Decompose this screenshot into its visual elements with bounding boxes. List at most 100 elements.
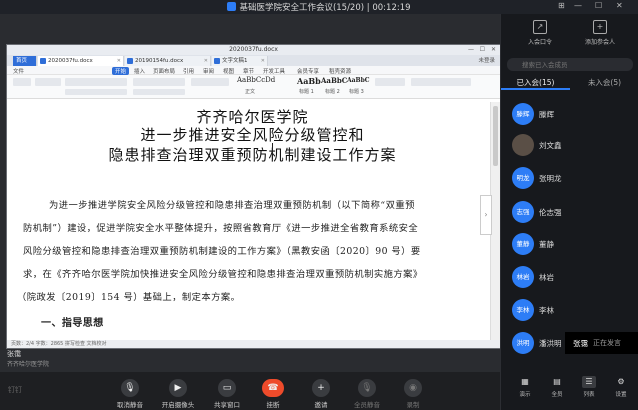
presentation-view-button[interactable]: ▦ 演示 xyxy=(513,376,537,398)
doc-maximize-icon[interactable]: ☐ xyxy=(480,45,485,55)
close-icon[interactable]: ✕ xyxy=(616,1,623,10)
doc-paragraph-line-1: 为进一步推进学院安全风险分级管控和隐患排查治理双重预防机制（以下简称“双重预 xyxy=(49,200,415,211)
mute-all-label: 全员静音 xyxy=(354,401,380,409)
meeting-code-button[interactable]: ↗ 入会口令 xyxy=(520,20,560,46)
shared-document-window: 2020037fu.docx — ☐ ✕ 首页 2020037fu.docx ✕ … xyxy=(6,44,501,349)
doc-file-icon xyxy=(127,58,133,64)
menu-docer[interactable]: 稻壳资源 xyxy=(329,67,351,75)
member-item[interactable]: 明龙 张明龙 xyxy=(501,166,638,194)
doc-tab-2[interactable]: 20190154fu.docx ✕ xyxy=(125,56,211,66)
avatar: 林岩 xyxy=(512,266,534,288)
document-page[interactable]: 齐齐哈尔医学院 进一步推进安全风险分级管控和 隐患排查治理双重预防机制建设工作方… xyxy=(13,102,492,342)
font-format-tools[interactable] xyxy=(65,89,127,95)
member-item[interactable]: 刘文鑫 xyxy=(501,133,638,161)
home-tab[interactable]: 首页 xyxy=(13,56,37,66)
member-item[interactable]: 董静 董静 xyxy=(501,232,638,260)
hang-up-label: 挂断 xyxy=(266,401,280,409)
text-tools[interactable] xyxy=(375,78,405,86)
app-logo: 钉钉 xyxy=(8,386,22,394)
member-item[interactable]: 李林 李林 xyxy=(501,298,638,326)
settings-button[interactable]: ⚙ 设置 xyxy=(609,376,633,398)
doc-tab-1[interactable]: 2020037fu.docx ✕ xyxy=(38,56,124,66)
menu-start[interactable]: 开始 xyxy=(112,67,130,75)
menu-page-layout[interactable]: 页面布局 xyxy=(153,67,175,75)
record-button[interactable]: ◉ 录制 xyxy=(390,375,436,409)
record-label: 录制 xyxy=(406,401,420,409)
camera-button[interactable]: ▶ 开启摄像头 xyxy=(155,375,201,409)
doc-paragraph-line-4: 求，在《齐齐哈尔医学院加快推进安全风险分级管控和隐患排查治理双重预防机制实施方案… xyxy=(23,269,423,280)
all-view-button[interactable]: ▤ 全员 xyxy=(545,376,569,398)
member-item[interactable]: 志强 伦志强 xyxy=(501,200,638,228)
close-tab-icon[interactable]: ✕ xyxy=(261,56,265,66)
doc-tab-bar: 首页 2020037fu.docx ✕ 20190154fu.docx ✕ 文字文稿… xyxy=(7,55,500,66)
member-item[interactable]: 林岩 林岩 xyxy=(501,265,638,293)
list-tools[interactable] xyxy=(191,78,229,86)
settings-label: 设置 xyxy=(615,392,627,398)
menu-member[interactable]: 会员专享 xyxy=(297,67,319,75)
doc-section-heading: 一、指导思想 xyxy=(41,318,104,329)
member-item[interactable]: 滕辉 滕辉 xyxy=(501,102,638,130)
menu-file[interactable]: 文件 xyxy=(13,67,24,75)
gear-icon: ⚙ xyxy=(617,377,625,386)
share-screen-icon: ▭ xyxy=(218,379,236,397)
avatar: 李林 xyxy=(512,299,534,321)
add-participant-button[interactable]: + 添加参会人 xyxy=(580,20,620,46)
paste-icon[interactable] xyxy=(13,78,31,86)
style-heading-1[interactable]: AaBb xyxy=(297,76,321,86)
meeting-title: 基础医学院安全工作会议(15/20) xyxy=(239,3,365,13)
minimize-icon[interactable]: — xyxy=(574,1,582,10)
hang-up-button[interactable]: ☎ 挂断 xyxy=(250,375,296,409)
style-normal-label: 正文 xyxy=(245,89,256,95)
menu-view[interactable]: 视图 xyxy=(223,67,234,75)
doc-tab-3[interactable]: 文字文稿1 ✕ xyxy=(212,56,268,66)
close-tab-icon[interactable]: ✕ xyxy=(204,56,208,66)
maximize-icon[interactable]: ☐ xyxy=(595,1,602,10)
font-selector[interactable] xyxy=(65,78,127,86)
doc-close-icon[interactable]: ✕ xyxy=(491,45,496,55)
doc-heading-line-3: 隐患排查治理双重预防机制建设工作方案 xyxy=(108,146,397,164)
style-normal[interactable]: AaBbCcDd xyxy=(237,76,275,84)
find-replace-tools[interactable] xyxy=(411,78,471,86)
menu-insert[interactable]: 插入 xyxy=(134,67,145,75)
unmute-button[interactable]: 🎙 取消静音 xyxy=(107,375,153,409)
tab-joined[interactable]: 已入会(15) xyxy=(501,76,570,90)
member-name: 林岩 xyxy=(539,273,554,282)
close-tab-icon[interactable]: ✕ xyxy=(117,56,121,66)
menu-dev-tools[interactable]: 开发工具 xyxy=(263,67,285,75)
member-search-input[interactable] xyxy=(507,58,633,71)
alignment-tools[interactable] xyxy=(133,89,185,95)
record-icon: ◉ xyxy=(404,379,422,397)
tab-not-joined[interactable]: 未入会(5) xyxy=(570,76,638,90)
doc-paragraph-line-2: 防机制”）建设，促进学院安全水平整体提升，按照省教育厅《进一步推进全省教育系统安… xyxy=(23,223,419,234)
share-window-button[interactable]: ▭ 共享窗口 xyxy=(204,375,250,409)
meeting-toolbar: 钉钉 🎙 取消静音 ▶ 开启摄像头 ▭ 共享窗口 ☎ 挂断 + 邀请 🎙 全员静音 ◉ 录制 xyxy=(0,372,500,410)
invite-label: 邀请 xyxy=(314,401,328,409)
doc-menu-bar: 文件 开始 插入 页面布局 引用 审阅 视图 章节 开发工具 会员专享 稻壳资源 xyxy=(7,66,500,75)
list-view-button[interactable]: ☰ 列表 xyxy=(577,376,601,398)
invite-button[interactable]: + 邀请 xyxy=(298,375,344,409)
avatar: 洪明 xyxy=(512,332,534,354)
menu-sections[interactable]: 章节 xyxy=(243,67,254,75)
login-status[interactable]: 未登录 xyxy=(478,56,495,64)
menu-references[interactable]: 引用 xyxy=(183,67,194,75)
style-heading-3[interactable]: AaBbC xyxy=(347,77,370,84)
style-heading-2-label: 标题 2 xyxy=(325,89,340,95)
clipboard-tools[interactable] xyxy=(35,78,61,86)
style-heading-2[interactable]: AaBbC xyxy=(321,76,347,85)
mute-all-button[interactable]: 🎙 全员静音 xyxy=(344,375,390,409)
pin-icon[interactable]: ⊞ xyxy=(558,1,565,10)
paragraph-tools[interactable] xyxy=(133,78,185,86)
scrollbar-thumb[interactable] xyxy=(493,106,498,166)
doc-tab-label: 20190154fu.docx xyxy=(135,58,184,64)
meeting-timer: 00:12:19 xyxy=(372,3,411,13)
style-heading-1-label: 标题 1 xyxy=(299,89,314,95)
meeting-app-icon xyxy=(227,2,237,11)
doc-minimize-icon[interactable]: — xyxy=(468,45,474,55)
chevron-right-icon[interactable]: › xyxy=(480,195,492,235)
speaking-indicator: 张霭 正在发言 xyxy=(565,332,638,354)
phone-hangup-icon: ☎ xyxy=(262,379,284,397)
all-view-label: 全员 xyxy=(551,392,563,398)
avatar xyxy=(512,134,534,156)
add-person-icon: + xyxy=(593,20,607,34)
menu-review[interactable]: 审阅 xyxy=(203,67,214,75)
